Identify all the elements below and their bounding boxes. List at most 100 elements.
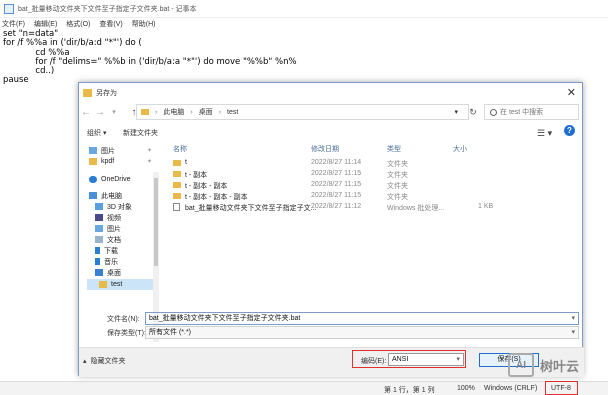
file-name: t - 副本 - 副本 [185,183,228,190]
dialog-titlebar: 另存为 ✕ [79,83,582,102]
nav-item-desktop[interactable]: 桌面 [95,267,121,278]
dialog-toolbar: 组织 ▾ 新建文件夹 ☰ ▾ ? [79,125,584,141]
file-name: t [185,159,187,166]
nav-item-label: 3D 对象 [107,203,132,211]
file-row[interactable]: t - 副本 - 副本 - 副本 2022/8/27 11:15 文件夹 [173,192,573,202]
breadcrumb-pc[interactable]: 此电脑 [163,107,184,117]
filename-value: bat_批量移动文件夹下文件至子指定子文件夹.bat [149,315,301,322]
file-name: t - 副本 [185,172,208,179]
editor-text-area[interactable]: set "n=data" for /f %%a in ('dir/b/a:d "*… [3,29,297,86]
nav-item-3d-objects[interactable]: 3D 对象 [95,201,132,212]
watermark-text: 树叶云 [540,358,580,374]
folder-icon [89,158,97,165]
nav-item-pictures[interactable]: 图片 [95,223,121,234]
column-type[interactable]: 类型 [387,144,401,154]
menu-help[interactable]: 帮助(H) [132,19,156,29]
nav-item-label: 音乐 [104,258,118,266]
search-icon [490,108,497,116]
file-row[interactable]: t - 副本 - 副本 2022/8/27 11:15 文件夹 [173,181,573,191]
recent-dropdown-icon[interactable]: ▾ [107,108,121,116]
nav-item-pictures-pinned[interactable]: 图片 ✦ [89,145,152,156]
code-line: cd..) [3,66,55,77]
pictures-icon [95,225,103,232]
nav-item-label: 视频 [107,214,121,222]
documents-icon [95,236,103,243]
onedrive-icon [89,176,97,183]
nav-item-label: test [111,281,123,288]
column-size[interactable]: 大小 [453,144,467,154]
address-row: ← → ▾ ↑ › 此电脑 › 桌面 › test ▾ ↻ 在 test 中搜索 [79,102,584,122]
filetype-select[interactable]: 所有文件 (*.*) ▾ [145,326,579,339]
menu-file[interactable]: 文件(F) [2,19,25,29]
organize-button[interactable]: 组织 ▾ [87,128,106,138]
refresh-icon[interactable]: ↻ [465,104,481,120]
save-as-dialog: 另存为 ✕ ← → ▾ ↑ › 此电脑 › 桌面 › test ▾ ↻ 在 te… [78,82,584,377]
file-row[interactable]: t 2022/8/27 11:14 文件夹 [173,159,573,169]
file-list-header: 名称 修改日期 类型 大小 [173,143,573,155]
pin-icon: ✦ [147,159,153,165]
download-icon [95,247,100,254]
menu-view[interactable]: 查看(V) [99,19,122,29]
chevron-down-icon[interactable]: ▾ [454,108,458,116]
nav-item-kpdf[interactable]: kpdf ✦ [89,156,152,167]
nav-item-downloads[interactable]: 下载 [95,245,118,256]
nav-item-video[interactable]: 视频 [95,212,121,223]
close-icon[interactable]: ✕ [567,86,576,99]
file-row[interactable]: bat_批量移动文件夹下文件至子指定子文... 2022/8/27 11:12 … [173,203,573,213]
breadcrumb-test[interactable]: test [227,109,238,116]
line-ending: Windows (CRLF) [484,385,538,392]
chevron-down-icon[interactable]: ▾ [571,327,575,338]
folder-icon [173,160,181,166]
window-title: bat_批量移动文件夹下文件至子指定子文件夹.bat - 记事本 [18,5,197,13]
search-placeholder: 在 test 中搜索 [500,109,544,116]
back-arrow-icon[interactable]: ← [79,107,93,118]
scrollbar-thumb[interactable] [154,178,158,266]
column-name[interactable]: 名称 [173,144,187,154]
file-type: 文件夹 [387,161,408,168]
chevron-up-icon: ▴ [83,358,87,365]
folder-icon [99,281,107,288]
column-modified[interactable]: 修改日期 [311,144,339,154]
nav-item-this-pc[interactable]: 此电脑 [89,190,122,201]
nav-item-music[interactable]: 音乐 [95,256,118,267]
encoding-select-highlight [352,350,466,368]
cursor-position: 第 1 行，第 1 列 [384,387,435,394]
status-bar: 第 1 行，第 1 列 100% Windows (CRLF) UTF-8 [0,381,608,395]
chevron-down-icon[interactable]: ▾ [571,313,575,324]
watermark-logo: AI [508,353,534,377]
file-size: 1 KB [478,203,494,210]
nav-item-documents[interactable]: 文档 [95,234,121,245]
search-input[interactable]: 在 test 中搜索 [484,104,579,120]
nav-item-test[interactable]: test [87,279,159,290]
forward-arrow-icon[interactable]: → [93,107,107,118]
file-row[interactable]: t - 副本 2022/8/27 11:15 文件夹 [173,170,573,180]
view-options-icon[interactable]: ☰ ▾ [537,128,552,139]
filetype-label: 保存类型(T): [107,330,146,337]
encoding-highlight-box [545,381,578,395]
breadcrumb-desktop[interactable]: 桌面 [199,107,213,117]
file-name: t - 副本 - 副本 - 副本 [185,194,248,201]
address-bar[interactable]: › 此电脑 › 桌面 › test ▾ [136,104,469,120]
menu-edit[interactable]: 编辑(E) [34,19,57,29]
file-modified: 2022/8/27 11:14 [311,159,362,166]
file-type: 文件夹 [387,183,408,190]
help-icon[interactable]: ? [564,125,575,136]
nav-item-onedrive[interactable]: OneDrive [89,174,131,185]
notepad-icon [4,3,14,14]
filename-input[interactable]: bat_批量移动文件夹下文件至子指定子文件夹.bat ▾ [145,312,579,325]
file-modified: 2022/8/27 11:12 [311,203,362,210]
menu-format[interactable]: 格式(O) [66,19,90,29]
desktop-icon [95,269,103,276]
nav-item-label: 文档 [107,236,121,244]
nav-item-label: kpdf [101,158,115,165]
hide-folders-toggle[interactable]: ▴ 隐藏文件夹 [83,356,126,366]
zoom-level: 100% [457,385,475,392]
nav-item-label: 图片 [101,147,115,155]
file-type: 文件夹 [387,172,408,179]
nav-item-label: OneDrive [101,176,131,183]
new-folder-button[interactable]: 新建文件夹 [123,128,158,138]
file-modified: 2022/8/27 11:15 [311,192,362,199]
nav-item-label: 图片 [107,225,121,233]
pc-icon [89,192,97,199]
video-icon [95,214,103,221]
